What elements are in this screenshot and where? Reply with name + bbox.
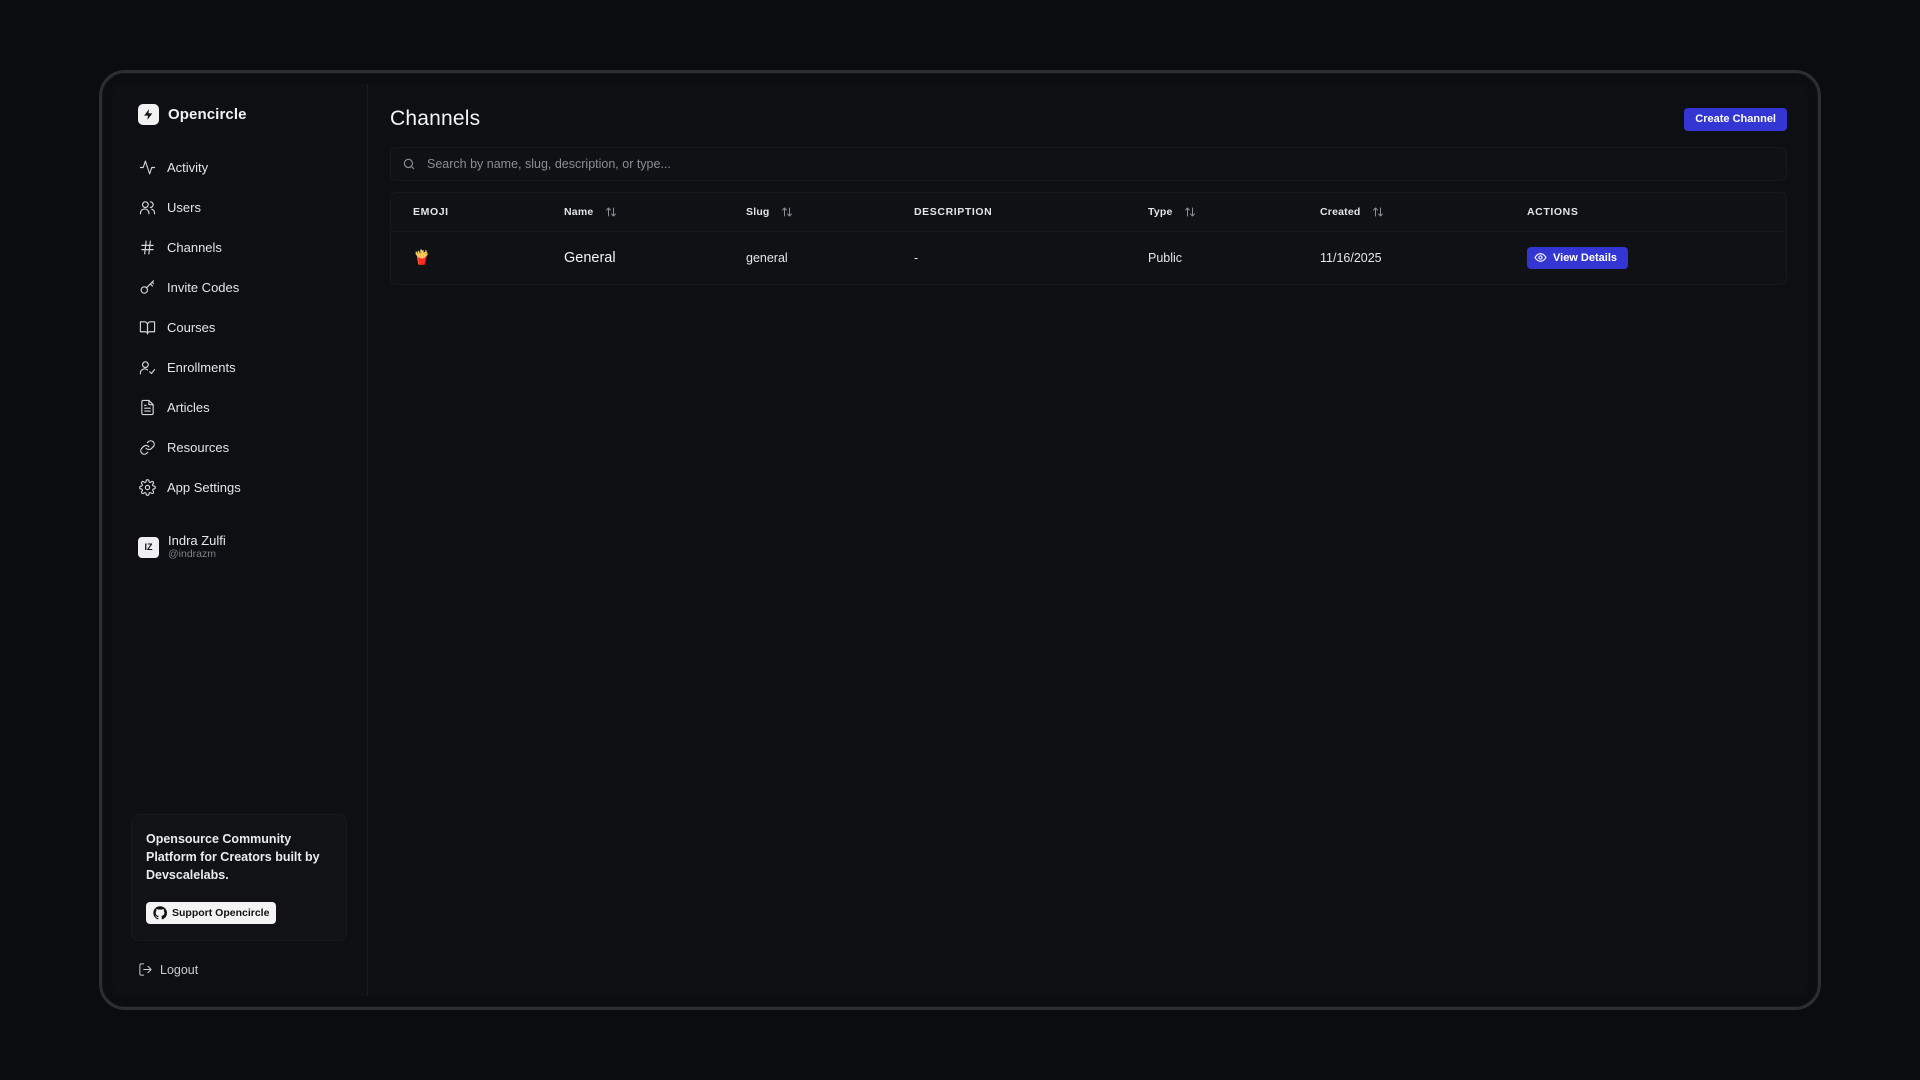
sidebar-item-label: Enrollments [167,359,236,375]
column-header-type[interactable]: Type [1126,193,1298,232]
users-icon [139,199,156,216]
sidebar-item-label: Users [167,199,201,215]
promo-text: Opensource Community Platform for Creato… [146,832,320,882]
promo-card: Opensource Community Platform for Creato… [131,814,347,941]
sidebar-item-label: Resources [167,439,230,455]
column-header-slug[interactable]: Slug [724,193,892,232]
user-check-icon [139,359,156,376]
logout-label: Logout [160,962,199,977]
link-icon [139,439,156,456]
sidebar-item-invite-codes[interactable]: Invite Codes [113,267,367,307]
column-label: Created [1320,205,1361,218]
sidebar-item-articles[interactable]: Articles [113,387,367,427]
cell-created: 11/16/2025 [1320,250,1382,265]
app-window: Opencircle Activity Users Channels Invit… [113,84,1807,996]
support-opencircle-button[interactable]: Support Opencircle [146,902,277,924]
search-bar[interactable] [390,147,1787,181]
column-header-created[interactable]: Created [1298,193,1505,232]
gear-icon [139,478,156,496]
create-channel-button[interactable]: Create Channel [1684,107,1787,131]
eye-icon [1534,251,1547,264]
main-content: Channels Create Channel EMOJI Name [368,84,1807,996]
search-icon [402,157,416,171]
sort-icon[interactable] [781,206,793,218]
sidebar-item-label: Articles [167,399,210,415]
sidebar-item-label: Activity [167,159,209,175]
column-header-description: DESCRIPTION [892,193,1126,232]
github-icon [153,906,167,920]
page-header: Channels Create Channel [390,104,1787,134]
sidebar-item-label: Channels [167,239,222,255]
sidebar: Opencircle Activity Users Channels Invit… [113,84,368,996]
sidebar-item-label: App Settings [167,479,241,495]
sort-icon[interactable] [605,206,617,218]
channels-table: EMOJI Name Slug DESCRIPTION Type Created… [390,192,1787,285]
sidebar-item-courses[interactable]: Courses [113,307,367,347]
cell-actions: View Details [1505,231,1786,284]
sidebar-item-users[interactable]: Users [113,187,367,227]
logout-button[interactable]: Logout [138,962,198,977]
sidebar-item-app-settings[interactable]: App Settings [113,467,367,507]
search-input[interactable] [427,157,1786,171]
user-handle: @indrazm [168,548,217,560]
view-details-button[interactable]: View Details [1527,246,1628,269]
user-profile[interactable]: IZ Indra Zulfi @indrazm [138,533,367,561]
user-name: Indra Zulfi [168,533,226,548]
column-header-name[interactable]: Name [542,193,724,232]
column-label: ACTIONS [1527,205,1579,218]
sort-icon[interactable] [1184,206,1196,218]
device-frame: Opencircle Activity Users Channels Invit… [99,70,1821,1010]
file-text-icon [139,399,156,416]
cell-slug: general [746,250,788,265]
brand-name: Opencircle [168,105,247,123]
lightning-icon [138,103,159,125]
sidebar-item-resources[interactable]: Resources [113,427,367,467]
support-button-label: Support Opencircle [172,907,270,919]
logout-icon [138,962,153,977]
column-label: DESCRIPTION [914,205,993,218]
key-icon [139,279,156,296]
brand[interactable]: Opencircle [138,102,367,126]
activity-icon [139,159,156,176]
hash-icon [139,239,156,256]
column-label: Slug [746,205,770,218]
table-header-row: EMOJI Name Slug DESCRIPTION Type Created… [391,193,1786,232]
sidebar-item-channels[interactable]: Channels [113,227,367,267]
column-label: Type [1148,205,1173,218]
table-row[interactable]: 🍟 General general - Public 11/16/2025 Vi… [391,231,1786,284]
book-icon [139,319,156,336]
view-details-label: View Details [1553,251,1617,264]
cell-type: Public [1148,250,1183,265]
column-header-emoji: EMOJI [391,193,542,232]
sidebar-nav: Activity Users Channels Invite Codes Cou… [113,147,367,507]
column-label: Name [564,205,594,218]
avatar: IZ [138,536,159,558]
cell-name: General [564,249,616,266]
column-label: EMOJI [413,205,449,218]
page-title: Channels [390,107,481,130]
sort-icon[interactable] [1372,206,1384,218]
sidebar-item-label: Courses [167,319,216,335]
cell-description: - [914,250,919,265]
user-info: Indra Zulfi @indrazm [168,533,226,561]
cell-emoji: 🍟 [413,249,431,266]
sidebar-item-enrollments[interactable]: Enrollments [113,347,367,387]
column-header-actions: ACTIONS [1505,193,1786,232]
sidebar-item-activity[interactable]: Activity [113,147,367,187]
sidebar-item-label: Invite Codes [167,279,240,295]
